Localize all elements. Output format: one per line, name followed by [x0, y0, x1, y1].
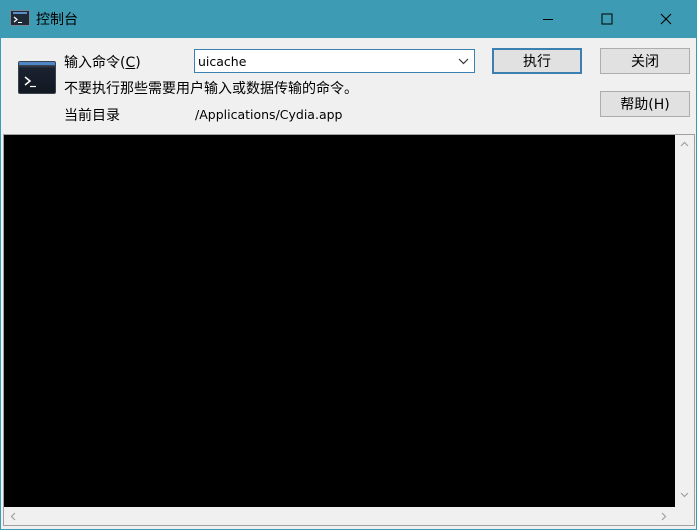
command-input[interactable] [198, 52, 448, 70]
minimize-button[interactable] [518, 0, 578, 38]
command-mnemonic: C [125, 55, 136, 71]
maximize-button[interactable] [577, 0, 637, 38]
close-button[interactable]: 关闭 [600, 48, 690, 74]
scroll-right-icon[interactable] [661, 512, 667, 521]
directory-value: /Applications/Cydia.app [195, 107, 343, 122]
scroll-down-icon[interactable] [680, 492, 689, 498]
maximize-icon [601, 13, 613, 25]
horizontal-scrollbar[interactable] [4, 507, 675, 525]
minimize-icon [543, 19, 553, 20]
console-output[interactable] [4, 135, 675, 507]
close-icon [660, 13, 672, 25]
warning-text: 不要执行那些需要用户输入或数据传输的命令。 [64, 81, 358, 97]
directory-label: 当前目录 [64, 108, 120, 124]
command-label: 输入命令(C) [64, 55, 141, 71]
help-button[interactable]: 帮助(H) [600, 91, 690, 117]
scroll-up-icon[interactable] [680, 141, 689, 147]
title-bar[interactable]: 控制台 [0, 0, 697, 38]
scroll-left-icon[interactable] [10, 512, 16, 521]
command-combobox[interactable] [194, 49, 475, 73]
vertical-scrollbar[interactable] [675, 135, 694, 507]
window-title: 控制台 [36, 12, 78, 28]
console-window: 控制台 输入命令(C) 不要执行那些需要用户输入或数据传输的命令。 当前目录 /… [0, 0, 697, 530]
console-app-icon [18, 61, 56, 94]
dialog-client-area: 输入命令(C) 不要执行那些需要用户输入或数据传输的命令。 当前目录 /Appl… [1, 38, 696, 529]
close-window-button[interactable] [636, 0, 696, 38]
execute-button[interactable]: 执行 [492, 48, 582, 74]
console-output-pane[interactable] [3, 134, 695, 526]
terminal-icon [10, 10, 30, 26]
chevron-down-icon[interactable] [458, 58, 469, 65]
scrollbar-corner [675, 507, 694, 525]
